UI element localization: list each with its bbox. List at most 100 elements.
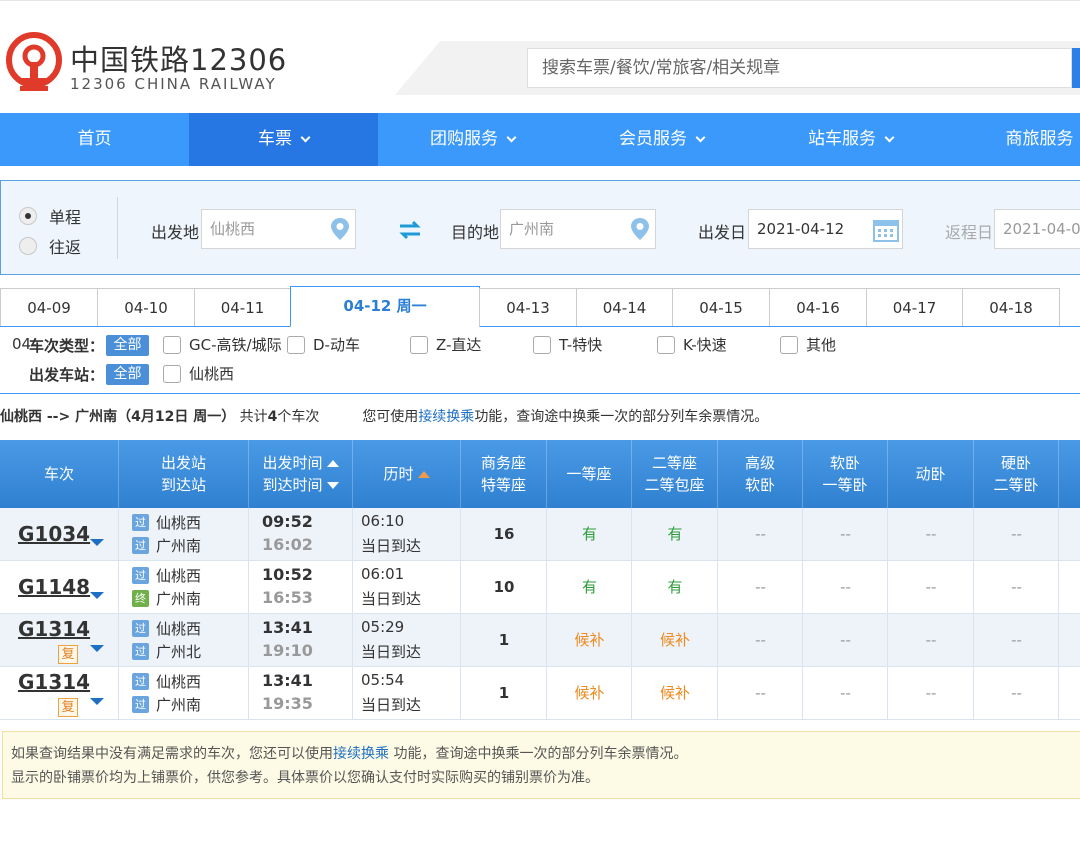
- train-number-link[interactable]: G1314: [18, 670, 90, 694]
- station-badge: 过: [132, 514, 149, 531]
- seat-second[interactable]: 候补: [632, 667, 718, 719]
- station-badge: 过: [132, 643, 149, 660]
- seat-second[interactable]: 有: [632, 508, 718, 560]
- table-cell: [1059, 667, 1080, 719]
- sort-arrow-icon[interactable]: [326, 482, 339, 489]
- date-input[interactable]: 2021-04-12: [748, 209, 903, 249]
- col-senior: 高级 软卧: [718, 440, 803, 508]
- seat-first[interactable]: 有: [547, 508, 632, 560]
- train-number-link[interactable]: G1148: [18, 575, 90, 599]
- seat-hard: --: [1011, 631, 1022, 649]
- table-header: 车次 出发站 到达站 出发时间 到达时间 历时 商务座 特等座 一等座 二等座 二等包…: [0, 440, 1080, 508]
- notice-transfer-link[interactable]: 接续换乘: [333, 746, 389, 762]
- train-type-label: 车次类型：: [29, 337, 105, 355]
- col-business: 商务座 特等座: [461, 440, 547, 508]
- col-duration[interactable]: 历时: [353, 440, 461, 508]
- arrival-day: 当日到达: [361, 643, 422, 661]
- to-station-name: 广州南: [156, 696, 202, 714]
- radio-one-way[interactable]: [19, 207, 37, 225]
- arrival-day: 当日到达: [361, 696, 422, 714]
- chevron-down-icon[interactable]: [90, 698, 104, 705]
- train-number-link[interactable]: G1034: [18, 522, 90, 546]
- seat-first[interactable]: 候补: [547, 614, 632, 666]
- date-tab[interactable]: 04-11: [194, 288, 291, 326]
- date-tab[interactable]: 04-09: [0, 288, 98, 326]
- seat-business[interactable]: 16: [461, 508, 547, 560]
- chevron-down-icon[interactable]: [90, 592, 104, 599]
- station-all-button[interactable]: 全部: [106, 364, 149, 385]
- date-value: 2021-04-12: [757, 220, 845, 238]
- transfer-link[interactable]: 接续换乘: [418, 409, 474, 425]
- chevron-down-icon[interactable]: [90, 645, 104, 652]
- train-type-option[interactable]: 其他: [780, 334, 836, 355]
- table-cell: [1059, 614, 1080, 666]
- arrival-day: 当日到达: [361, 590, 422, 608]
- trip-one-way[interactable]: 单程: [19, 201, 81, 231]
- nav-item-label: 会员服务: [619, 129, 687, 149]
- sort-arrow-icon[interactable]: [417, 471, 430, 478]
- date-tab[interactable]: 04-18: [962, 288, 1060, 326]
- table-row: G1034 过仙桃西过广州南 09:52 16:02 06:10 当日到达 16 有有 -- --…: [0, 508, 1080, 561]
- train-type-option[interactable]: T-特快: [533, 334, 602, 355]
- seat-second[interactable]: 候补: [632, 614, 718, 666]
- train-type-checkbox[interactable]: [287, 335, 305, 354]
- train-type-checkbox[interactable]: [163, 335, 181, 354]
- train-type-option[interactable]: GC-高铁/城际: [163, 334, 282, 355]
- nav-item-3[interactable]: 会员服务: [567, 113, 756, 166]
- nav-item-2[interactable]: 团购服务: [378, 113, 567, 166]
- from-station-name: 仙桃西: [156, 673, 202, 691]
- seat-business[interactable]: 1: [461, 667, 547, 719]
- station-checkbox[interactable]: [163, 364, 181, 383]
- logo-icon[interactable]: [6, 32, 62, 94]
- station-option-label: 仙桃西: [189, 365, 235, 383]
- col-time[interactable]: 出发时间 到达时间: [249, 440, 353, 508]
- nav-item-0[interactable]: 首页: [0, 113, 189, 166]
- train-type-option[interactable]: Z-直达: [410, 334, 481, 355]
- calendar-icon[interactable]: [873, 218, 899, 242]
- train-type-all-button[interactable]: 全部: [106, 335, 149, 356]
- from-input[interactable]: 仙桃西: [201, 209, 356, 249]
- seat-business[interactable]: 1: [461, 614, 547, 666]
- train-type-checkbox[interactable]: [410, 335, 428, 354]
- nav-item-1[interactable]: 车票: [189, 113, 378, 166]
- location-pin-icon[interactable]: [630, 217, 650, 241]
- train-number-link[interactable]: G1314: [18, 617, 90, 641]
- date-tab[interactable]: 04-10: [97, 288, 195, 326]
- notice-line-1: 如果查询结果中没有满足需求的车次，您还可以使用接续换乘 功能，查询途中换乘一次的…: [11, 746, 688, 762]
- trip-round[interactable]: 往返: [19, 231, 81, 261]
- train-type-checkbox[interactable]: [533, 335, 551, 354]
- date-tab[interactable]: 04-12 周一: [290, 286, 480, 327]
- date-tab[interactable]: 04-17: [866, 288, 963, 326]
- seat-senior: --: [755, 631, 766, 649]
- hint-prefix: 您可使用: [362, 409, 419, 425]
- seat-business[interactable]: 10: [461, 561, 547, 613]
- to-input[interactable]: 广州南: [500, 209, 656, 249]
- station-option[interactable]: 仙桃西: [163, 363, 234, 384]
- seat-second[interactable]: 有: [632, 561, 718, 613]
- seat-senior: --: [755, 525, 766, 543]
- nav-item-5[interactable]: 商旅服务: [945, 113, 1080, 166]
- search-button[interactable]: [1072, 48, 1080, 88]
- train-type-option-label: T-特快: [559, 336, 603, 354]
- train-type-checkbox[interactable]: [657, 335, 675, 354]
- train-type-option[interactable]: D-动车: [287, 334, 360, 355]
- date-tab[interactable]: 04-14: [576, 288, 673, 326]
- date-tab[interactable]: 04-15: [672, 288, 770, 326]
- train-type-checkbox[interactable]: [780, 335, 798, 354]
- nav-item-4[interactable]: 站车服务: [756, 113, 945, 166]
- seat-first[interactable]: 有: [547, 561, 632, 613]
- station-badge: 过: [132, 567, 149, 584]
- trip-round-label: 往返: [49, 238, 82, 257]
- chevron-down-icon[interactable]: [90, 539, 104, 546]
- location-pin-icon[interactable]: [330, 217, 350, 241]
- date-tab[interactable]: 04-16: [769, 288, 867, 326]
- search-input[interactable]: 搜索车票/餐饮/常旅客/相关规章: [527, 48, 1072, 88]
- return-input[interactable]: 2021-04-09: [994, 209, 1080, 249]
- train-type-option[interactable]: K-快速: [657, 334, 727, 355]
- sort-arrow-icon[interactable]: [326, 460, 339, 467]
- train-table: 车次 出发站 到达站 出发时间 到达时间 历时 商务座 特等座 一等座 二等座 二等包…: [0, 440, 1080, 720]
- radio-round-trip[interactable]: [19, 237, 37, 255]
- seat-first[interactable]: 候补: [547, 667, 632, 719]
- swap-icon[interactable]: [398, 219, 422, 241]
- date-tab[interactable]: 04-13: [479, 288, 577, 326]
